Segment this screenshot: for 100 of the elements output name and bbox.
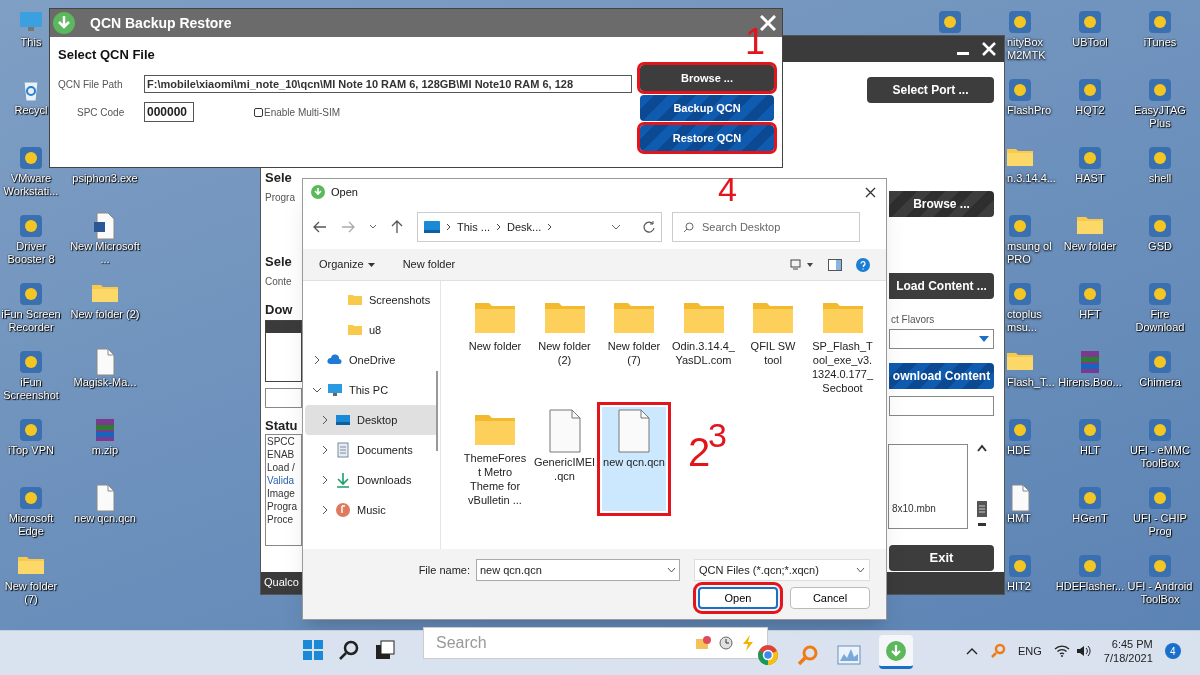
search-icon[interactable] (338, 639, 360, 661)
input-field[interactable] (265, 388, 302, 408)
nav-item[interactable]: Documents (305, 435, 438, 465)
app-icon[interactable] (1076, 144, 1104, 172)
desktop-icon-label[interactable]: msung ol PRO (1007, 240, 1055, 266)
app-icon[interactable] (1146, 144, 1174, 172)
scroll-up-icon[interactable] (977, 444, 987, 452)
app-icon[interactable] (1076, 8, 1104, 36)
desktop-icon-label[interactable]: ctoplus msu... (1007, 308, 1055, 334)
file-item[interactable]: GenericIMEI.qcn (532, 407, 597, 511)
spc-code-field[interactable]: 000000 (144, 102, 194, 122)
desktop-icon-label[interactable]: new qcn.qcn (74, 512, 136, 525)
app-icon[interactable] (17, 280, 45, 308)
app-icon[interactable] (17, 212, 45, 240)
app-icon[interactable] (17, 484, 45, 512)
back-arrow-icon[interactable] (313, 221, 327, 233)
file-item[interactable]: SP_Flash_Tool_exe_v3.1324.0.177_Secboot (810, 295, 875, 399)
app-icon[interactable] (936, 8, 964, 36)
desktop-icon-label[interactable]: psiphon3.exe (72, 172, 138, 185)
app-icon[interactable] (1146, 416, 1174, 444)
qcn-action-button[interactable]: Browse ... (640, 65, 774, 91)
file-item[interactable]: New folder (463, 295, 527, 399)
app-icon[interactable] (1146, 212, 1174, 240)
app-icon[interactable] (1146, 280, 1174, 308)
desktop-icon-label[interactable]: New folder (1063, 240, 1117, 253)
app-icon[interactable] (1006, 552, 1034, 580)
app-icon[interactable] (1146, 484, 1174, 512)
desktop-icon-label[interactable]: nityBox M2MTK (1007, 36, 1055, 62)
desktop-icon-label[interactable]: GSD (1148, 240, 1172, 253)
desktop-icon-label[interactable]: iFun Screenshot (0, 376, 62, 402)
desktop-icon-label[interactable]: UFI - eMMC ToolBox (1125, 444, 1195, 470)
app-icon[interactable] (1076, 484, 1104, 512)
taskbar-app-button[interactable] (879, 635, 913, 669)
file-item[interactable]: ThemeForest Metro Theme for vBulletin ... (463, 407, 527, 511)
desktop-icon-label[interactable]: iTop VPN (8, 444, 54, 457)
input-field[interactable] (889, 396, 994, 416)
magnifier-icon[interactable] (990, 643, 1006, 659)
desktop-icon-label[interactable]: Hirens.Boo... (1058, 376, 1122, 389)
app-icon[interactable] (17, 348, 45, 376)
file-item[interactable]: QFIL SW tool (741, 295, 805, 399)
app-icon[interactable] (1076, 416, 1104, 444)
desktop-icon-label[interactable]: UFI - Android ToolBox (1125, 580, 1195, 606)
desktop-icon-label[interactable]: New folder (2) (70, 308, 140, 321)
file-item[interactable]: New folder (2) (532, 295, 597, 399)
app-icon[interactable] (1006, 8, 1034, 36)
nav-item[interactable]: Desktop (305, 405, 438, 435)
desktop-icon-label[interactable]: UFI - CHIP Prog (1125, 512, 1195, 538)
desktop-icon-label[interactable]: HAST (1075, 172, 1105, 185)
qcn-action-button[interactable]: Backup QCN (640, 95, 774, 121)
desktop-icon-label[interactable]: UBTool (1072, 36, 1108, 49)
app-icon[interactable] (1146, 348, 1174, 376)
task-view-icon[interactable] (374, 639, 396, 661)
app-icon[interactable] (1006, 212, 1034, 240)
desktop-icon-label[interactable]: New folder (7) (0, 580, 62, 606)
desktop-icon-label[interactable]: HDEFlasher... (1055, 580, 1125, 593)
app-icon[interactable] (1076, 280, 1104, 308)
breadcrumb[interactable]: This ... (457, 218, 490, 236)
app-icon[interactable] (17, 416, 45, 444)
scroll-thumb-icon[interactable] (977, 501, 987, 517)
desktop-icon-label[interactable]: Flash_T... (1007, 376, 1055, 389)
select-port-button[interactable]: Select Port ... (867, 77, 994, 103)
desktop-icon-label[interactable]: HLT (1080, 444, 1100, 457)
new-folder-button[interactable]: New folder (402, 256, 456, 273)
dropdown[interactable] (889, 329, 994, 349)
forward-arrow-icon[interactable] (341, 221, 355, 233)
cancel-button[interactable]: Cancel (790, 587, 870, 609)
desktop-icon-label[interactable]: This (20, 36, 42, 49)
desktop-icon-label[interactable]: Fire Download (1125, 308, 1195, 334)
desktop-icon-label[interactable]: HDE (1007, 444, 1031, 457)
view-options-icon[interactable] (790, 258, 814, 271)
magnifier-icon[interactable] (797, 644, 819, 666)
notification-badge[interactable]: 4 (1164, 643, 1181, 659)
address-bar[interactable]: This ... Desk... (417, 212, 662, 242)
app-icon[interactable] (1146, 552, 1174, 580)
nav-item[interactable]: OneDrive (305, 345, 438, 375)
nav-item[interactable]: Music (305, 495, 438, 525)
desktop-icon-label[interactable]: HFT (1079, 308, 1101, 321)
desktop-icon-label[interactable]: Recycl (14, 104, 48, 117)
multi-sim-checkbox[interactable]: Enable Multi-SIM (254, 104, 341, 120)
clock-date[interactable]: 7/18/2021 (1103, 651, 1153, 665)
desktop-icon-label[interactable]: iTunes (1143, 36, 1177, 49)
nav-item[interactable]: Downloads (305, 465, 438, 495)
app-icon[interactable] (1076, 552, 1104, 580)
qcn-action-button[interactable]: Restore QCN (640, 125, 774, 151)
preview-pane-icon[interactable] (828, 258, 842, 271)
speaker-icon[interactable] (1075, 645, 1092, 657)
organize-menu[interactable]: Organize (319, 256, 375, 273)
desktop-icon-label[interactable]: FlashPro (1007, 104, 1052, 117)
app-icon[interactable] (1006, 76, 1034, 104)
desktop-icon-label[interactable]: HMT (1007, 512, 1031, 525)
browser-icon[interactable] (757, 644, 779, 666)
app-icon[interactable] (1146, 76, 1174, 104)
wifi-icon[interactable] (1053, 645, 1070, 657)
desktop-icon-label[interactable]: Magisk-Ma... (73, 376, 137, 389)
desktop-icon-label[interactable]: n.3.14.4... (1007, 172, 1055, 185)
desktop-icon-label[interactable]: m.zip (91, 444, 119, 457)
file-name-field[interactable]: new qcn.qcn (476, 559, 680, 581)
file-type-dropdown[interactable]: QCN Files (*.qcn;*.xqcn) (694, 559, 870, 581)
app-icon[interactable] (1146, 8, 1174, 36)
desktop-icon-label[interactable]: Driver Booster 8 (0, 240, 62, 266)
